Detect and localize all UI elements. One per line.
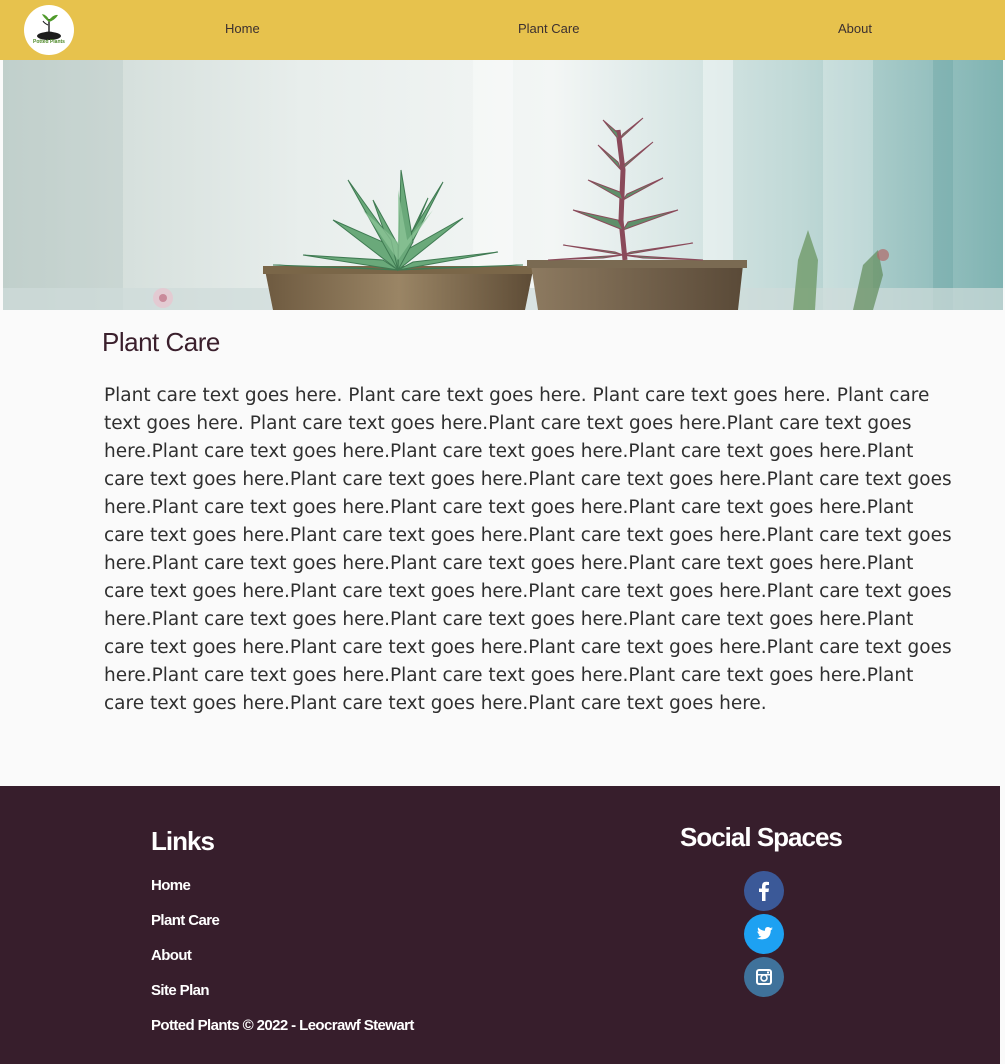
twitter-button[interactable] bbox=[744, 914, 784, 954]
potted-plants-logo[interactable]: Potted Plants bbox=[24, 5, 74, 55]
main-content: Plant Care Plant care text goes here. Pl… bbox=[0, 310, 1005, 786]
footer: Links Home Plant Care About Site Plan Po… bbox=[0, 786, 1000, 1064]
links-heading: Links bbox=[151, 826, 215, 856]
footer-plant-care-link[interactable]: Plant Care bbox=[151, 912, 220, 929]
plant-care-text: Plant care text goes here. Plant care te… bbox=[104, 385, 952, 714]
social-spaces-heading: Social Spaces bbox=[680, 822, 843, 852]
instagram-icon bbox=[756, 969, 772, 985]
facebook-button[interactable] bbox=[744, 871, 784, 911]
seedling-icon bbox=[37, 14, 61, 40]
nav-home-link[interactable]: Home bbox=[225, 21, 260, 36]
footer-home-link[interactable]: Home bbox=[151, 877, 191, 894]
twitter-icon bbox=[756, 927, 773, 940]
top-navbar: Potted Plants Home Plant Care About bbox=[0, 0, 1005, 60]
hero-succulents-image bbox=[3, 60, 1003, 310]
facebook-icon bbox=[759, 881, 769, 901]
copyright-text: Potted Plants © 2022 - Leocrawf Stewart bbox=[151, 1017, 414, 1034]
page-title: Plant Care bbox=[102, 327, 220, 357]
logo-text: Potted Plants bbox=[33, 39, 65, 45]
footer-site-plan-link[interactable]: Site Plan bbox=[151, 982, 210, 999]
nav-plant-care-link[interactable]: Plant Care bbox=[518, 21, 579, 36]
nav-about-link[interactable]: About bbox=[838, 21, 872, 36]
instagram-button[interactable] bbox=[744, 957, 784, 997]
footer-about-link[interactable]: About bbox=[151, 947, 192, 964]
